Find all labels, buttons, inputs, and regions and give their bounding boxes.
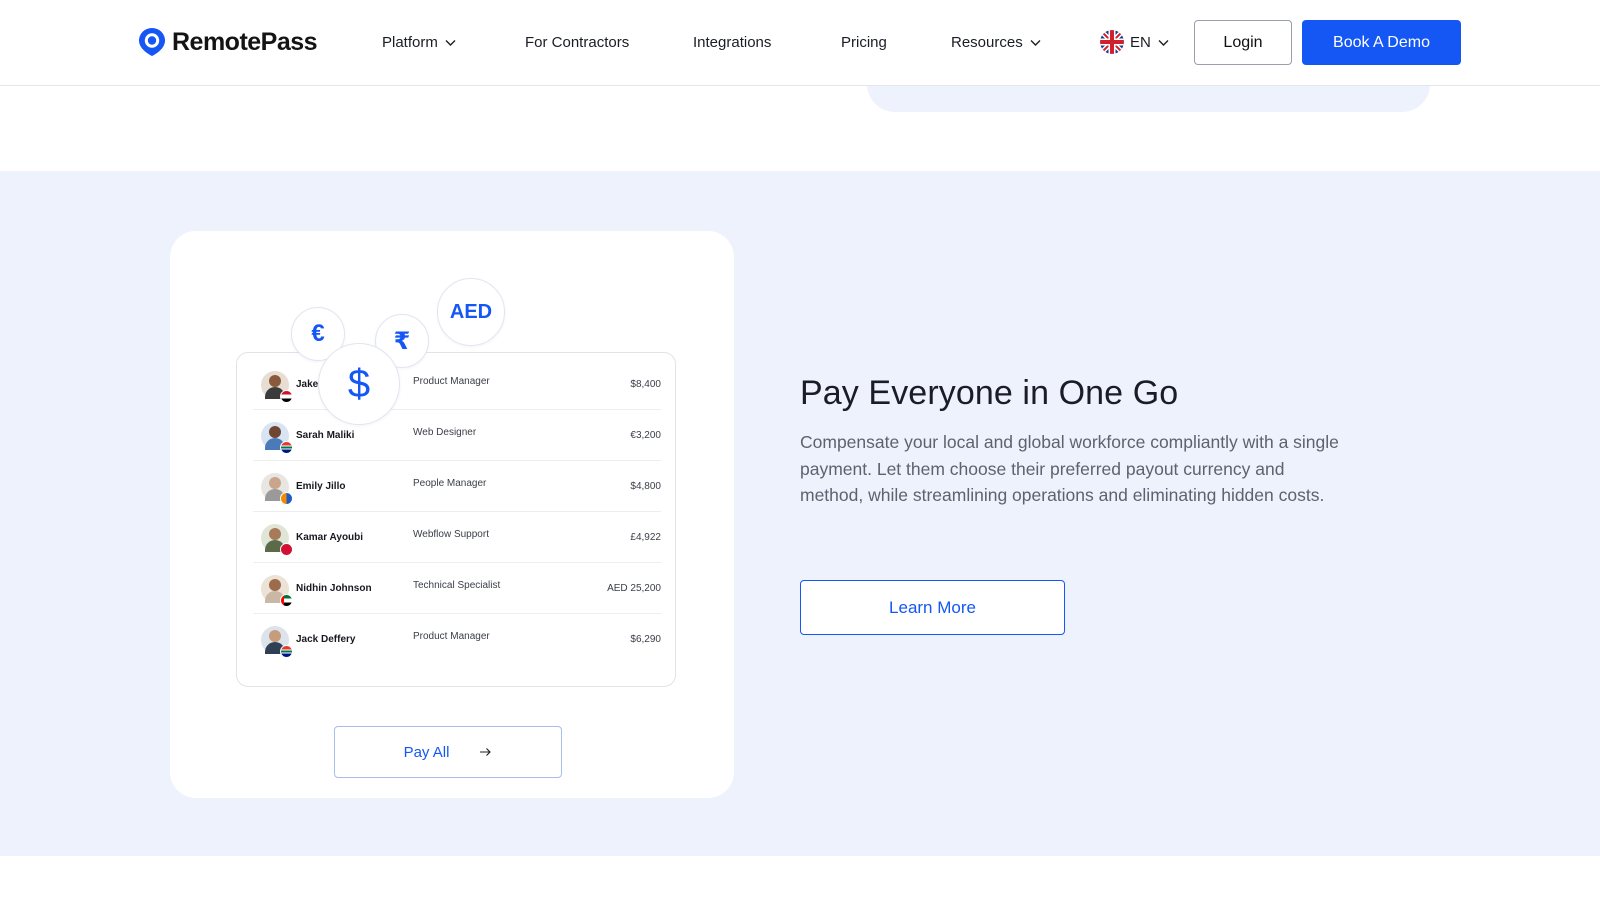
book-demo-button[interactable]: Book A Demo	[1302, 20, 1461, 65]
south-africa-flag-icon	[280, 645, 293, 658]
red-flag-icon	[280, 543, 293, 556]
location-pin-logo-icon	[139, 28, 165, 56]
employee-role: People Manager	[413, 478, 487, 489]
feature-description: Compensate your local and global workfor…	[800, 432, 1339, 505]
feature-title: Pay Everyone in One Go	[800, 374, 1179, 412]
uae-flag-icon	[280, 594, 293, 607]
employee-role: Technical Specialist	[413, 580, 501, 591]
nav-integrations-label: Integrations	[693, 34, 772, 51]
table-row: Sarah Maliki Web Designer €3,200	[253, 410, 661, 461]
employee-role: Webflow Support	[413, 529, 489, 540]
arrow-right-icon	[480, 748, 492, 756]
employee-name: Kamar Ayoubi	[296, 532, 364, 543]
employee-amount: €3,200	[630, 430, 661, 441]
brand-name: RemotePass	[172, 27, 318, 56]
top-navigation: RemotePass Platform For Contractors Inte…	[0, 0, 1600, 86]
table-row: Jack Deffery Product Manager $6,290	[253, 614, 661, 665]
brand-logo[interactable]: RemotePass	[138, 27, 318, 57]
employee-role: Product Manager	[413, 376, 490, 387]
employee-name: Jake	[296, 379, 319, 390]
table-row: Jake Product Manager $8,400	[253, 359, 661, 410]
nav-platform[interactable]: Platform	[382, 34, 457, 51]
nav-resources[interactable]: Resources	[951, 34, 1042, 51]
employee-amount: $4,800	[630, 481, 661, 492]
nav-pricing-label: Pricing	[841, 34, 887, 51]
egypt-flag-icon	[280, 390, 293, 403]
pay-all-button[interactable]: Pay All	[334, 726, 562, 778]
south-africa-flag-icon	[280, 441, 293, 454]
flag-icon	[280, 492, 293, 505]
feature-section: Jake Product Manager $8,400 Sarah Maliki…	[0, 171, 1600, 856]
language-code: EN	[1130, 33, 1151, 51]
nav-integrations[interactable]: Integrations	[693, 34, 771, 51]
employee-amount: $8,400	[630, 379, 661, 390]
employee-amount: AED 25,200	[607, 583, 661, 594]
table-row: Kamar Ayoubi Webflow Support £4,922	[253, 512, 661, 563]
payroll-table: Jake Product Manager $8,400 Sarah Maliki…	[236, 352, 676, 687]
avatar	[261, 575, 293, 607]
nav-for-contractors-label: For Contractors	[525, 34, 630, 51]
nav-platform-label: Platform	[382, 34, 438, 51]
employee-role: Product Manager	[413, 631, 490, 642]
employee-name: Nidhin Johnson	[296, 583, 372, 594]
language-selector[interactable]: EN	[1100, 30, 1170, 54]
avatar	[261, 626, 293, 658]
nav-resources-label: Resources	[951, 34, 1023, 51]
nav-pricing[interactable]: Pricing	[841, 34, 887, 51]
employee-name: Jack Deffery	[296, 634, 356, 645]
employee-role: Web Designer	[413, 427, 477, 438]
avatar	[261, 371, 293, 403]
employee-name: Sarah Maliki	[296, 430, 355, 441]
learn-more-button[interactable]: Learn More	[800, 580, 1065, 635]
nav-for-contractors[interactable]: For Contractors	[525, 34, 629, 51]
chevron-down-icon	[1158, 39, 1169, 46]
avatar	[261, 524, 293, 556]
chevron-down-icon	[445, 40, 456, 46]
uk-flag-icon	[1100, 30, 1124, 54]
payroll-illustration-card: Jake Product Manager $8,400 Sarah Maliki…	[170, 231, 734, 798]
employee-name: Emily Jillo	[296, 481, 346, 492]
employee-amount: £4,922	[630, 532, 661, 543]
employee-amount: $6,290	[630, 634, 661, 645]
avatar	[261, 422, 293, 454]
avatar	[261, 473, 293, 505]
table-row: Emily Jillo People Manager $4,800	[253, 461, 661, 512]
chevron-down-icon	[1030, 40, 1041, 46]
login-button[interactable]: Login	[1194, 20, 1292, 65]
pay-all-label: Pay All	[403, 743, 450, 761]
aed-currency-icon: AED	[437, 278, 505, 346]
dollar-currency-icon: $	[318, 343, 400, 425]
table-row: Nidhin Johnson Technical Specialist AED …	[253, 563, 661, 614]
